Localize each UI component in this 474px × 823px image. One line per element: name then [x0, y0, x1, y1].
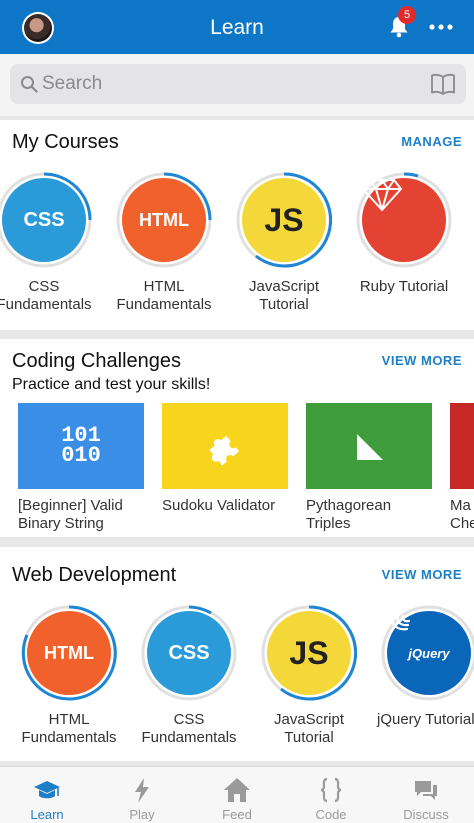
- more-options-icon[interactable]: [428, 19, 454, 35]
- search-icon: [21, 76, 38, 93]
- js-course-icon: JS: [267, 611, 351, 695]
- jquery-swirl-icon: [390, 611, 411, 631]
- notification-badge: 5: [398, 6, 416, 24]
- course-card-html[interactable]: HTML HTML Fundamentals: [112, 172, 216, 314]
- web-development-section: Web Development VIEW MORE HTML HTML Fund…: [0, 547, 474, 761]
- course-card-css[interactable]: CSS CSS Fundamentals: [0, 172, 96, 314]
- binary-icon: 101 010: [18, 403, 144, 489]
- challenge-thumbnail: [450, 403, 474, 489]
- view-more-web-link[interactable]: VIEW MORE: [382, 567, 462, 582]
- course-label: HTML Fundamentals: [21, 711, 117, 746]
- challenge-card-pythagorean[interactable]: Pythagorean Triples: [306, 403, 432, 533]
- challenge-label: [Beginner] Valid Binary String: [18, 497, 123, 532]
- my-courses-section: My Courses MANAGE CSS CSS Fundamentals H…: [0, 120, 474, 330]
- bottom-tab-bar: Learn Play Feed Code Discuss: [0, 766, 474, 823]
- tab-label: Feed: [222, 807, 252, 822]
- course-label: CSS Fundamentals: [0, 278, 92, 313]
- learn-screen: Learn 5 My Courses MANAGE: [0, 0, 474, 823]
- js-icon-text: JS: [264, 201, 304, 238]
- tab-label: Code: [315, 807, 347, 822]
- graduation-cap-icon: [34, 781, 60, 799]
- tab-label: Learn: [30, 807, 64, 822]
- challenge-label: Pythagorean Triples: [306, 497, 392, 532]
- section-title: My Courses: [12, 131, 119, 153]
- jquery-icon-text: jQuery: [408, 645, 450, 661]
- manage-link[interactable]: MANAGE: [401, 134, 462, 149]
- css-icon-text: CSS: [168, 641, 210, 664]
- html-icon-text: HTML: [139, 209, 189, 230]
- top-app-bar: Learn 5: [0, 0, 474, 54]
- braces-icon: [320, 777, 342, 803]
- view-more-challenges-link[interactable]: VIEW MORE: [382, 353, 462, 368]
- course-label: jQuery Tutorial: [377, 711, 474, 728]
- course-label: JavaScript Tutorial: [248, 278, 320, 313]
- challenge-card-partial[interactable]: Ma Che: [450, 403, 474, 533]
- search-area: [0, 54, 474, 116]
- js-course-icon: JS: [242, 178, 326, 262]
- search-bar: [10, 64, 466, 104]
- chat-bubbles-icon: [415, 781, 437, 800]
- course-label: HTML Fundamentals: [116, 278, 212, 313]
- coding-challenges-section: Coding Challenges VIEW MORE Practice and…: [0, 339, 474, 537]
- css-icon-text: CSS: [23, 208, 65, 231]
- course-card-javascript[interactable]: JS JavaScript Tutorial: [232, 172, 336, 314]
- section-title: Coding Challenges: [12, 350, 182, 372]
- search-input[interactable]: [42, 70, 422, 98]
- tab-learn[interactable]: Learn: [0, 767, 94, 823]
- challenge-card-sudoku[interactable]: Sudoku Validator: [162, 403, 288, 515]
- tab-feed[interactable]: Feed: [190, 767, 284, 823]
- triangle-icon: [306, 403, 432, 489]
- course-card-html[interactable]: HTML HTML Fundamentals: [17, 605, 121, 747]
- ruby-course-icon: [362, 178, 446, 262]
- tab-discuss[interactable]: Discuss: [379, 767, 473, 823]
- html-course-icon: HTML: [122, 178, 206, 262]
- css-course-icon: CSS: [147, 611, 231, 695]
- course-label: JavaScript Tutorial: [273, 711, 345, 746]
- course-label: CSS Fundamentals: [141, 711, 237, 746]
- course-label: Ruby Tutorial: [359, 278, 449, 295]
- tab-label: Play: [129, 807, 155, 822]
- section-title: Web Development: [12, 564, 177, 586]
- tab-label: Discuss: [403, 807, 449, 822]
- tab-play[interactable]: Play: [95, 767, 189, 823]
- tab-code[interactable]: Code: [284, 767, 378, 823]
- lightning-icon: [135, 778, 149, 803]
- course-card-ruby[interactable]: Ruby Tutorial: [352, 172, 456, 296]
- puzzle-piece-icon: [162, 403, 288, 489]
- course-card-jquery[interactable]: jQuery jQuery Tutorial: [377, 605, 474, 729]
- course-card-css[interactable]: CSS CSS Fundamentals: [137, 605, 241, 747]
- binary-icon-text: 101 010: [61, 423, 101, 468]
- challenge-label: Ma Che: [450, 497, 474, 532]
- jquery-course-icon: jQuery: [387, 611, 471, 695]
- course-card-javascript[interactable]: JS JavaScript Tutorial: [257, 605, 361, 747]
- css-course-icon: CSS: [2, 178, 86, 262]
- challenge-card-binary[interactable]: 101 010 [Beginner] Valid Binary String: [18, 403, 144, 533]
- book-icon[interactable]: [430, 73, 456, 95]
- section-subtitle: Practice and test your skills!: [12, 376, 211, 393]
- challenge-label: Sudoku Validator: [162, 497, 276, 514]
- gem-icon: [362, 179, 402, 211]
- html-icon-text: HTML: [44, 642, 94, 663]
- house-icon: [224, 778, 250, 802]
- js-icon-text: JS: [289, 634, 329, 671]
- html-course-icon: HTML: [27, 611, 111, 695]
